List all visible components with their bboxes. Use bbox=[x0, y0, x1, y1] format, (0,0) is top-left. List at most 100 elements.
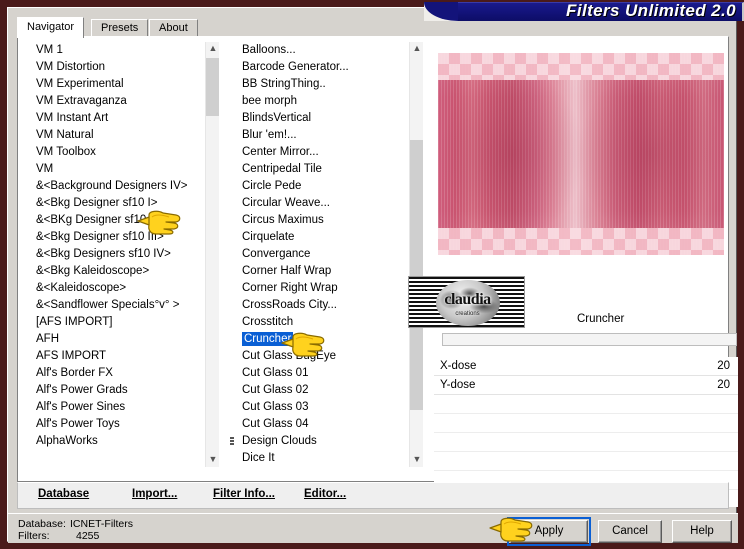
list-item[interactable]: Corner Right Wrap bbox=[228, 280, 409, 297]
list-item[interactable]: &<Sandflower Specials°v° > bbox=[24, 297, 205, 314]
list-item[interactable]: AFH bbox=[24, 331, 205, 348]
list-item-label: Circular Weave... bbox=[242, 197, 330, 209]
parameter-row[interactable]: X-dose 20 bbox=[434, 357, 738, 376]
list-item[interactable]: VM bbox=[24, 161, 205, 178]
list-item[interactable]: Cut Glass 01 bbox=[228, 365, 409, 382]
list-item[interactable]: &<Background Designers IV> bbox=[24, 178, 205, 195]
list-item[interactable]: AFS IMPORT bbox=[24, 348, 205, 365]
category-scroll-thumb[interactable] bbox=[206, 58, 219, 116]
filter-category-listbox[interactable]: VM 1 VM Distortion VM Experimental VM Extra… bbox=[24, 42, 219, 467]
list-item[interactable]: VM Natural bbox=[24, 127, 205, 144]
parameter-value[interactable]: 20 bbox=[717, 357, 730, 375]
list-item[interactable]: bee morph bbox=[228, 93, 409, 110]
list-item-label: &<Sandflower Specials°v° > bbox=[36, 299, 180, 311]
action-link-bar: Database Import... Filter Info... Editor… bbox=[17, 482, 729, 509]
parameter-name: X-dose bbox=[440, 360, 477, 372]
list-item[interactable]: Dice It bbox=[228, 450, 409, 467]
filters-unlimited-window: Navigator Presets About VM 1 VM Distortio… bbox=[7, 7, 738, 546]
parameter-row-empty bbox=[434, 395, 738, 414]
list-item[interactable]: [AFS IMPORT] bbox=[24, 314, 205, 331]
list-item-label: [AFS IMPORT] bbox=[36, 316, 113, 328]
list-item[interactable]: Blur 'em!... bbox=[228, 127, 409, 144]
list-item-label: &<Bkg Designer sf10 III> bbox=[36, 231, 164, 243]
filter-scroll-thumb[interactable] bbox=[410, 140, 423, 410]
app-title: Filters Unlimited 2.0 bbox=[566, 1, 736, 20]
list-item[interactable]: Circus Maximus bbox=[228, 212, 409, 229]
filter-scrollbar[interactable]: ▲ ▼ bbox=[409, 42, 423, 467]
list-item[interactable]: &<Bkg Designer sf10 III> bbox=[24, 229, 205, 246]
list-item[interactable]: Alf's Border FX bbox=[24, 365, 205, 382]
list-item-label: VM Instant Art bbox=[36, 112, 109, 124]
list-item[interactable]: VM 1 bbox=[24, 42, 205, 59]
list-item[interactable]: Cirquelate bbox=[228, 229, 409, 246]
list-item-label: Convergance bbox=[242, 248, 311, 260]
list-item[interactable]: Alf's Power Sines bbox=[24, 399, 205, 416]
help-button[interactable]: Help bbox=[672, 520, 732, 543]
filter-category-items[interactable]: VM 1 VM Distortion VM Experimental VM Extra… bbox=[24, 42, 205, 467]
filter-scroll-up-icon[interactable]: ▲ bbox=[410, 42, 423, 56]
list-item[interactable]: Barcode Generator... bbox=[228, 59, 409, 76]
list-item[interactable]: AlphaWorks bbox=[24, 433, 205, 450]
list-item[interactable]: Crosstitch bbox=[228, 314, 409, 331]
list-item[interactable]: BlindsVertical bbox=[228, 110, 409, 127]
category-scrollbar[interactable]: ▲ ▼ bbox=[205, 42, 219, 467]
logo-subtext: creations bbox=[455, 311, 480, 317]
list-item[interactable]: &<Bkg Kaleidoscope> bbox=[24, 263, 205, 280]
list-item-label: Design Clouds bbox=[242, 435, 317, 447]
list-item[interactable]: VM Extravaganza bbox=[24, 93, 205, 110]
list-item[interactable]: Center Mirror... bbox=[228, 144, 409, 161]
filter-name-listbox[interactable]: Balloons... Barcode Generator... BB String… bbox=[228, 42, 423, 467]
list-item[interactable]: Circle Pede bbox=[228, 178, 409, 195]
list-item-label: VM Extravaganza bbox=[36, 95, 127, 107]
logo-wordmark: claudia bbox=[444, 291, 491, 308]
list-item[interactable]: Design Clouds bbox=[228, 433, 409, 450]
filter-info-link[interactable]: Filter Info... bbox=[213, 488, 275, 500]
scroll-up-icon[interactable]: ▲ bbox=[206, 42, 219, 56]
list-item-label: Corner Right Wrap bbox=[242, 282, 338, 294]
list-item[interactable]: VM Experimental bbox=[24, 76, 205, 93]
list-item[interactable]: Cut Glass 04 bbox=[228, 416, 409, 433]
editor-link[interactable]: Editor... bbox=[304, 488, 346, 500]
list-item[interactable]: Circular Weave... bbox=[228, 195, 409, 212]
list-item[interactable]: VM Distortion bbox=[24, 59, 205, 76]
list-item[interactable]: Convergance bbox=[228, 246, 409, 263]
tab-presets[interactable]: Presets bbox=[91, 19, 149, 37]
list-item-label: VM Distortion bbox=[36, 61, 106, 73]
filter-scroll-down-icon[interactable]: ▼ bbox=[410, 453, 423, 467]
list-item[interactable]: Cut Glass 03 bbox=[228, 399, 409, 416]
list-item-label: BlindsVertical bbox=[242, 112, 312, 124]
cancel-button[interactable]: Cancel bbox=[598, 520, 662, 543]
list-item[interactable]: BB StringThing.. bbox=[228, 76, 409, 93]
list-item[interactable]: &<BKg Designer sf10 II> bbox=[24, 212, 205, 229]
list-item[interactable]: Balloons... bbox=[228, 42, 409, 59]
list-item[interactable]: Cruncher bbox=[228, 331, 409, 348]
scroll-down-icon[interactable]: ▼ bbox=[206, 453, 219, 467]
list-item[interactable]: &<Kaleidoscope> bbox=[24, 280, 205, 297]
list-item[interactable]: CrossRoads City... bbox=[228, 297, 409, 314]
import-link[interactable]: Import... bbox=[132, 488, 177, 500]
list-item-label: Dice It bbox=[242, 452, 275, 464]
list-item[interactable]: VM Instant Art bbox=[24, 110, 205, 127]
parameter-row-empty bbox=[434, 414, 738, 433]
filter-name-items[interactable]: Balloons... Barcode Generator... BB String… bbox=[228, 42, 409, 467]
database-link[interactable]: Database bbox=[38, 488, 89, 500]
list-item[interactable]: &<Bkg Designer sf10 I> bbox=[24, 195, 205, 212]
list-item[interactable]: Corner Half Wrap bbox=[228, 263, 409, 280]
list-item[interactable]: VM Toolbox bbox=[24, 144, 205, 161]
parameter-row[interactable]: Y-dose 20 bbox=[434, 376, 738, 395]
list-item-label-selected: Cruncher bbox=[242, 332, 294, 346]
tab-navigator[interactable]: Navigator bbox=[17, 17, 85, 38]
tab-about[interactable]: About bbox=[149, 19, 198, 37]
list-item[interactable]: Cut Glass 02 bbox=[228, 382, 409, 399]
filter-preview-image[interactable] bbox=[438, 53, 724, 255]
parameter-value[interactable]: 20 bbox=[717, 376, 730, 394]
parameter-bar[interactable] bbox=[442, 333, 737, 346]
list-item-label: Blur 'em!... bbox=[242, 129, 297, 141]
list-item[interactable]: Cut Glass BugEye bbox=[228, 348, 409, 365]
list-item-label: CrossRoads City... bbox=[242, 299, 338, 311]
list-item[interactable]: &<Bkg Designers sf10 IV> bbox=[24, 246, 205, 263]
apply-button[interactable]: Apply bbox=[507, 517, 591, 546]
list-item[interactable]: Alf's Power Grads bbox=[24, 382, 205, 399]
list-item[interactable]: Centripedal Tile bbox=[228, 161, 409, 178]
list-item[interactable]: Alf's Power Toys bbox=[24, 416, 205, 433]
